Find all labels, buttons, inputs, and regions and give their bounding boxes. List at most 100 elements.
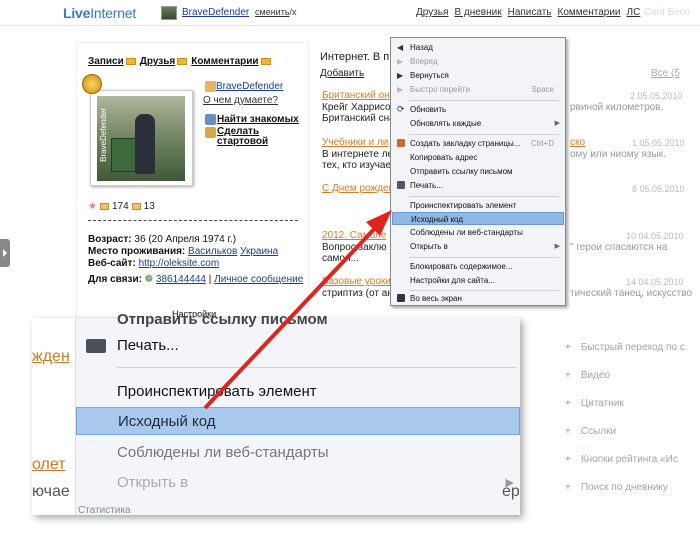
post-text-right: " герои спасаются на — [570, 242, 668, 253]
post-text: Вопрос заклю — [322, 242, 387, 253]
menu-separator — [409, 134, 559, 135]
sidebar-link[interactable]: + Ссылки — [565, 426, 616, 437]
tab-comments[interactable]: Комментарии — [191, 56, 271, 67]
post-title[interactable]: Учебники и ли — [322, 137, 388, 148]
nav-pm[interactable]: ЛС — [627, 7, 641, 18]
zoom-fragment: жден — [32, 348, 70, 365]
find-friends-link[interactable]: Найти знакомых — [217, 114, 299, 125]
menu-item-reload[interactable]: ⟳ Обновить — [392, 103, 564, 116]
feed-add-link[interactable]: Добавить — [320, 68, 364, 79]
zoom-item-view-source[interactable]: Исходный код — [76, 407, 520, 435]
liveinternet-logo[interactable]: LiveInternet — [63, 5, 136, 21]
zoom-fragment: ючае — [32, 483, 70, 500]
mail-icon — [125, 58, 136, 65]
post-text: Британский снай — [322, 113, 401, 124]
folder-icon — [99, 203, 109, 210]
sidebar-link[interactable]: + Поиск по дневнику — [565, 482, 668, 493]
statistics-label[interactable]: Статистика — [78, 505, 131, 516]
top-username-link[interactable]: BraveDefender — [182, 7, 249, 18]
submenu-arrow-icon: ▶ — [554, 120, 560, 127]
post-title[interactable]: С Днем рожден — [322, 183, 394, 194]
menu-item-print[interactable]: Печать... — [392, 179, 564, 192]
nav-write[interactable]: Написать — [508, 7, 552, 18]
post-title[interactable]: Британский он — [322, 90, 390, 101]
menu-item-copy-address[interactable]: Копировать адрес — [392, 151, 564, 164]
menu-item-block-content[interactable]: Блокировать содержимое... — [392, 260, 564, 273]
menu-item-bookmark[interactable]: Создать закладку страницы... Ctrl+D — [392, 137, 564, 150]
profile-tabs: Записи Друзья Комментарии — [88, 56, 271, 67]
menu-item-open-in[interactable]: Открыть в ▶ — [392, 240, 564, 253]
icq-icon: ❁ — [144, 274, 154, 285]
tab-posts[interactable]: Записи — [88, 56, 136, 67]
tab-friends[interactable]: Друзья — [140, 56, 188, 67]
zoom-item-send-link[interactable]: Отправить ссылку письмом — [76, 306, 520, 334]
photo-image: BraveDefender — [97, 96, 185, 181]
user-avatar-small[interactable] — [161, 6, 177, 20]
profile-photo[interactable]: BraveDefender — [90, 90, 193, 186]
city-link[interactable]: Васильков — [188, 246, 237, 257]
age-row: Возраст: 36 (20 Апреля 1974 г.) — [88, 234, 237, 245]
post-date: 10 04.05.2010 — [626, 231, 684, 241]
post-text: стриптиз (от ан — [322, 288, 393, 299]
post-text-right: ому или ниому язык. — [570, 149, 666, 160]
nav-comments[interactable]: Комментарии — [558, 7, 621, 18]
menu-item-view-source[interactable]: Исходный код — [392, 212, 564, 225]
menu-item-back[interactable]: ◀ Назад — [392, 41, 564, 54]
menu-item-fast-forward[interactable]: ▶ Быстро перейти Space — [392, 83, 564, 96]
sidebar-link[interactable]: + Видео — [565, 370, 610, 381]
zoom-page-fragment: жден олет ючае — [32, 318, 75, 515]
mail-icon — [177, 58, 188, 65]
sidebar-link[interactable]: + Цитатник — [565, 398, 624, 409]
menu-separator — [409, 257, 559, 258]
post-date: 8 05.05.2010 — [632, 184, 685, 194]
make-homepage-link[interactable]: Сделать стартовой — [217, 127, 277, 147]
menu-item-send-link[interactable]: Отправить ссылку письмом — [392, 165, 564, 178]
contact-row: Для связи: ❁ 386144444 | Личное сообщени… — [88, 274, 304, 285]
printer-icon — [86, 339, 106, 353]
home-icon — [205, 127, 216, 138]
fast-forward-icon: ▶ — [397, 85, 404, 94]
stat-b[interactable]: 13 — [144, 201, 155, 212]
post-title-right[interactable]: ско — [570, 137, 585, 148]
menu-item-return[interactable]: ▶ Вернуться — [392, 69, 564, 82]
top-nav: Друзья В дневник Написать Комментарии ЛС — [416, 7, 640, 18]
folder-icon — [131, 203, 141, 210]
icq-link[interactable]: 386144444 — [156, 274, 206, 285]
stat-a[interactable]: 174 — [112, 201, 129, 212]
post-text: самол... — [322, 253, 359, 264]
crown-badge-icon — [82, 74, 102, 94]
nav-diary[interactable]: В дневник — [454, 7, 501, 18]
post-date: 1 05.05.2010 — [632, 138, 685, 148]
menu-item-site-settings[interactable]: Настройки для сайта... — [392, 274, 564, 287]
menu-item-inspect[interactable]: Проинспектировать элемент — [392, 199, 564, 212]
menu-item-validate[interactable]: Соблюдены ли веб-стандарты — [392, 226, 564, 239]
post-text-right: тический танец, искусство — [570, 288, 692, 299]
sidebar-link[interactable]: + Быстрый переход по с — [565, 342, 685, 353]
star-icon: ★ — [88, 201, 97, 212]
zoom-item-validate[interactable]: Соблюдены ли веб-стандарты — [76, 439, 520, 467]
post-date: 2 05.05.2010 — [630, 91, 683, 101]
top-right-faded: Cool Бесп — [644, 7, 690, 18]
change-user-link[interactable]: сменить/x — [255, 7, 297, 17]
private-message-link[interactable]: Личное сообщение — [214, 274, 303, 285]
post-title[interactable]: 2012. Самоле — [322, 230, 386, 241]
zoom-item-print[interactable]: Печать... — [76, 332, 520, 360]
nav-friends[interactable]: Друзья — [416, 7, 448, 18]
zoom-callout: жден олет ючае Отправить ссылку письмом … — [32, 311, 520, 515]
sidebar-toggle-tab[interactable] — [0, 239, 10, 267]
menu-separator — [117, 367, 517, 368]
menu-item-forward[interactable]: ▶ Вперед — [392, 55, 564, 68]
zoom-item-open-in[interactable]: Открыть в ▶ — [76, 469, 520, 497]
status-prompt-link[interactable]: О чем думаете? — [203, 95, 278, 106]
sidebar-link[interactable]: + Кнопки рейтинга «Ис — [565, 454, 678, 465]
zoom-item-inspect[interactable]: Проинспектировать элемент — [76, 378, 520, 406]
return-icon: ▶ — [397, 71, 404, 80]
country-link[interactable]: Украина — [240, 246, 278, 257]
menu-separator — [409, 196, 559, 197]
profile-username-link[interactable]: BraveDefender — [216, 81, 283, 92]
menu-item-fullscreen[interactable]: Во весь экран — [392, 292, 564, 305]
post-title[interactable]: Базовые уроки — [322, 276, 391, 287]
website-link[interactable]: http://oleksite.com — [139, 258, 220, 269]
menu-item-reload-every[interactable]: Обновлять каждые ▶ — [392, 117, 564, 130]
feed-all-link[interactable]: Все (5 — [651, 68, 680, 79]
